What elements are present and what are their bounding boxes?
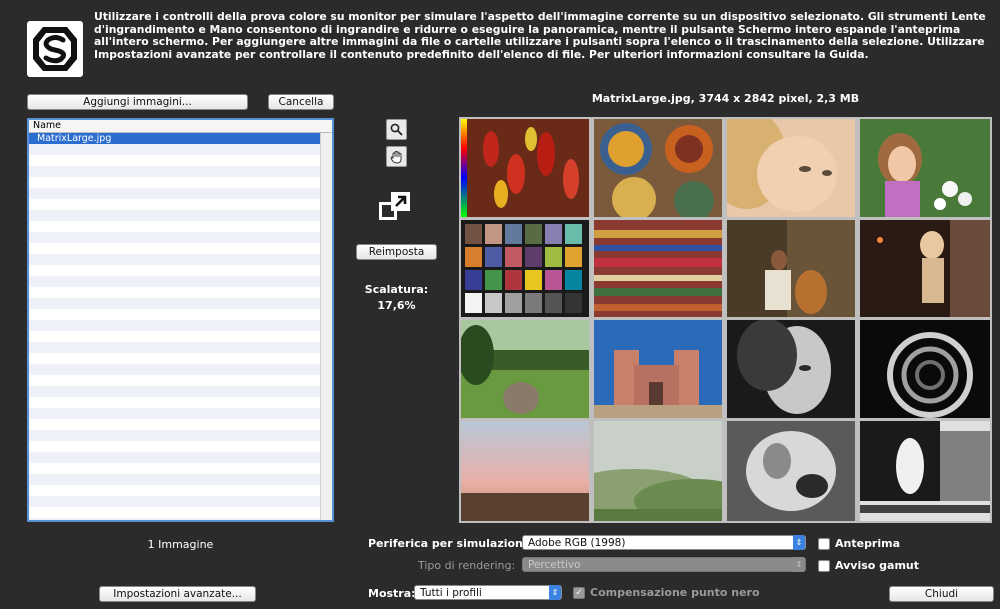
color-patch <box>565 270 582 290</box>
color-patch <box>485 270 502 290</box>
hand-button[interactable] <box>386 146 407 167</box>
black-point-label: Compensazione punto nero <box>590 586 760 599</box>
thumb-bw-portrait <box>727 320 855 418</box>
thumb-girl-flowers <box>860 119 990 217</box>
preview-checkbox[interactable] <box>818 538 830 550</box>
color-patch <box>505 270 522 290</box>
color-patch <box>485 224 502 244</box>
color-patch <box>465 293 482 313</box>
thumb-statue-lights <box>860 220 990 317</box>
chevron-updown-icon: ⇕ <box>793 557 805 572</box>
color-patch <box>565 247 582 267</box>
scale-label: Scalatura: <box>364 283 429 296</box>
hand-icon <box>390 150 402 163</box>
show-select[interactable]: Tutti i profili ⇕ <box>414 585 562 600</box>
thumb-woven-fabric <box>594 220 722 317</box>
chevron-updown-icon: ⇕ <box>549 585 561 600</box>
list-scrollbar[interactable] <box>320 133 332 520</box>
color-patch <box>505 247 522 267</box>
show-label: Mostra: <box>368 587 416 600</box>
preview-label: Anteprima <box>835 537 901 550</box>
device-label: Periferica per simulazione: <box>368 537 535 550</box>
thumb-pink-sky <box>461 421 589 521</box>
image-count: 1 Immagine <box>147 538 214 551</box>
color-patch <box>505 224 522 244</box>
color-patch <box>525 293 542 313</box>
color-patch <box>465 224 482 244</box>
gamut-warning-checkbox[interactable] <box>818 560 830 572</box>
color-patch <box>565 224 582 244</box>
thumb-adobe-church <box>594 320 722 418</box>
intro-text: Utilizzare i controlli della prova color… <box>94 10 986 61</box>
zoom-button[interactable] <box>386 119 407 140</box>
color-patch <box>545 224 562 244</box>
color-patch <box>485 247 502 267</box>
device-select-value: Adobe RGB (1998) <box>528 537 626 549</box>
color-patch <box>505 293 522 313</box>
preview-image[interactable] <box>459 117 992 523</box>
list-item[interactable]: MatrixLarge.jpg <box>29 133 320 144</box>
show-select-value: Tutti i profili <box>420 587 482 599</box>
color-patch <box>545 247 562 267</box>
color-patch <box>545 270 562 290</box>
thumb-woman-face <box>727 119 855 217</box>
rendering-select[interactable]: Percettivo ⇕ <box>522 557 806 572</box>
thumb-ceramic-plates <box>594 119 722 217</box>
image-info: MatrixLarge.jpg, 3744 x 2842 pixel, 2,3 … <box>591 92 860 105</box>
file-list[interactable]: Name MatrixLarge.jpg <box>27 118 334 522</box>
black-point-checkbox[interactable]: ✓ <box>573 587 585 599</box>
device-select[interactable]: Adobe RGB (1998) ⇕ <box>522 535 806 550</box>
thumb-spiral-staircase <box>860 320 990 418</box>
list-column-header[interactable]: Name <box>29 120 332 133</box>
chevron-updown-icon: ⇕ <box>793 535 805 550</box>
reset-button[interactable]: Reimposta <box>356 244 437 260</box>
list-body: MatrixLarge.jpg <box>29 133 320 520</box>
add-images-button[interactable]: Aggiungi immagini... <box>27 94 248 110</box>
magnifier-icon <box>390 123 403 136</box>
thumb-chili-peppers <box>461 119 589 217</box>
scale-value: 17,6% <box>377 299 416 312</box>
color-patch <box>525 270 542 290</box>
thumb-bw-test-chart <box>860 421 990 521</box>
thumb-green-hills <box>594 421 722 521</box>
fullscreen-icon <box>379 192 410 220</box>
rendering-label: Tipo di rendering: <box>418 559 516 572</box>
clear-button[interactable]: Cancella <box>268 94 334 110</box>
advanced-settings-button[interactable]: Impostazioni avanzate... <box>99 586 256 602</box>
color-patch <box>525 224 542 244</box>
thumb-garden-urn <box>461 320 589 418</box>
rendering-select-value: Percettivo <box>528 559 581 571</box>
color-patch <box>485 293 502 313</box>
gamut-warning-label: Avviso gamut <box>835 559 920 572</box>
color-patch <box>565 293 582 313</box>
color-patch <box>465 270 482 290</box>
thumb-cellist <box>727 220 855 317</box>
color-patch <box>545 293 562 313</box>
thumb-bw-sculpture <box>727 421 855 521</box>
color-patch <box>465 247 482 267</box>
close-button[interactable]: Chiudi <box>889 586 994 602</box>
app-logo <box>27 21 83 77</box>
fullscreen-button[interactable] <box>378 190 412 222</box>
color-patch <box>525 247 542 267</box>
thumb-color-checker <box>461 220 589 317</box>
logo-icon <box>33 27 77 71</box>
